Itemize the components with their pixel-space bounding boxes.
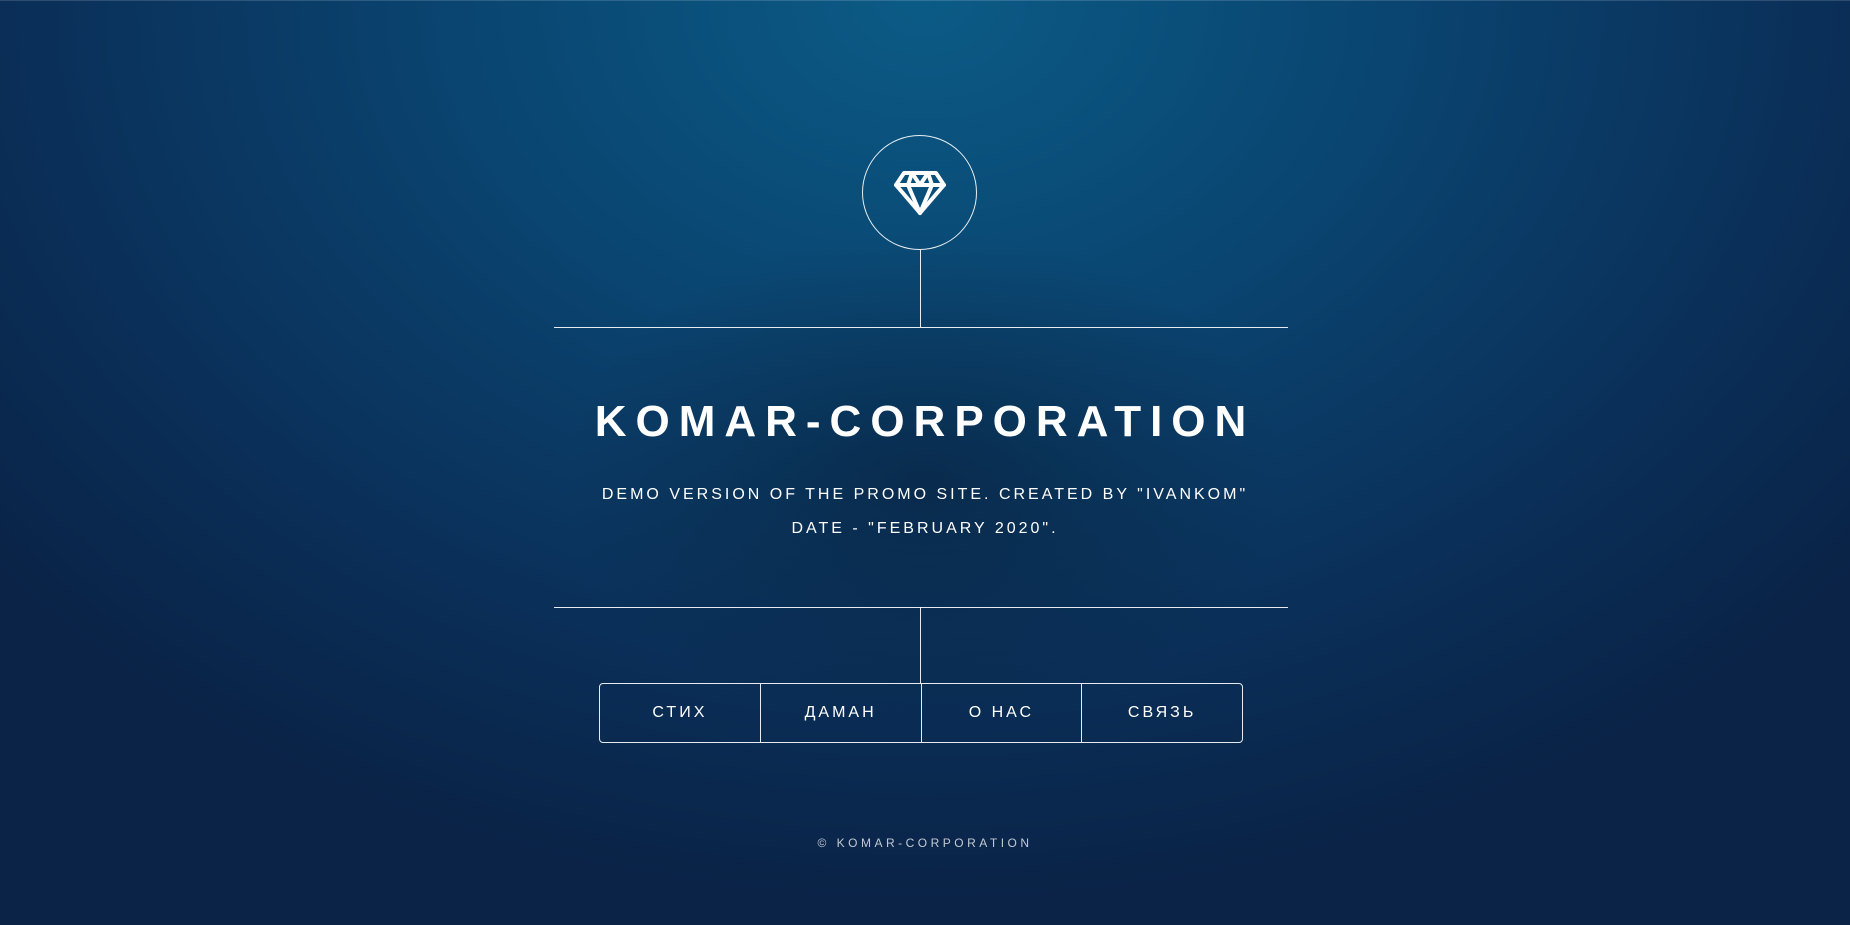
subtitle-line-1: DEMO VERSION OF THE PROMO SITE. CREATED … xyxy=(601,486,1249,503)
top-divider xyxy=(554,327,1288,328)
subtitle-line-2: DATE - "FEBRUARY 2020". xyxy=(791,520,1059,537)
footer-copyright: © KOMAR-CORPORATION xyxy=(817,836,1033,850)
page-title: KOMAR-CORPORATION xyxy=(594,397,1256,446)
nav-item-about[interactable]: О НАС xyxy=(920,684,1082,742)
page-subtitle: DEMO VERSION OF THE PROMO SITE. CREATED … xyxy=(0,478,1850,546)
logo-circle xyxy=(862,135,977,250)
bottom-connector-line xyxy=(920,607,921,683)
nav-item-stikh[interactable]: СТИХ xyxy=(600,684,760,742)
diamond-icon xyxy=(893,170,946,215)
nav-item-contact[interactable]: СВЯЗЬ xyxy=(1081,684,1242,742)
nav-item-daman[interactable]: ДАМАН xyxy=(759,684,921,742)
bottom-divider xyxy=(554,607,1288,608)
top-connector-line xyxy=(920,250,921,327)
main-nav: СТИХ ДАМАН О НАС СВЯЗЬ xyxy=(599,683,1243,743)
top-edge-line xyxy=(0,0,1850,1)
